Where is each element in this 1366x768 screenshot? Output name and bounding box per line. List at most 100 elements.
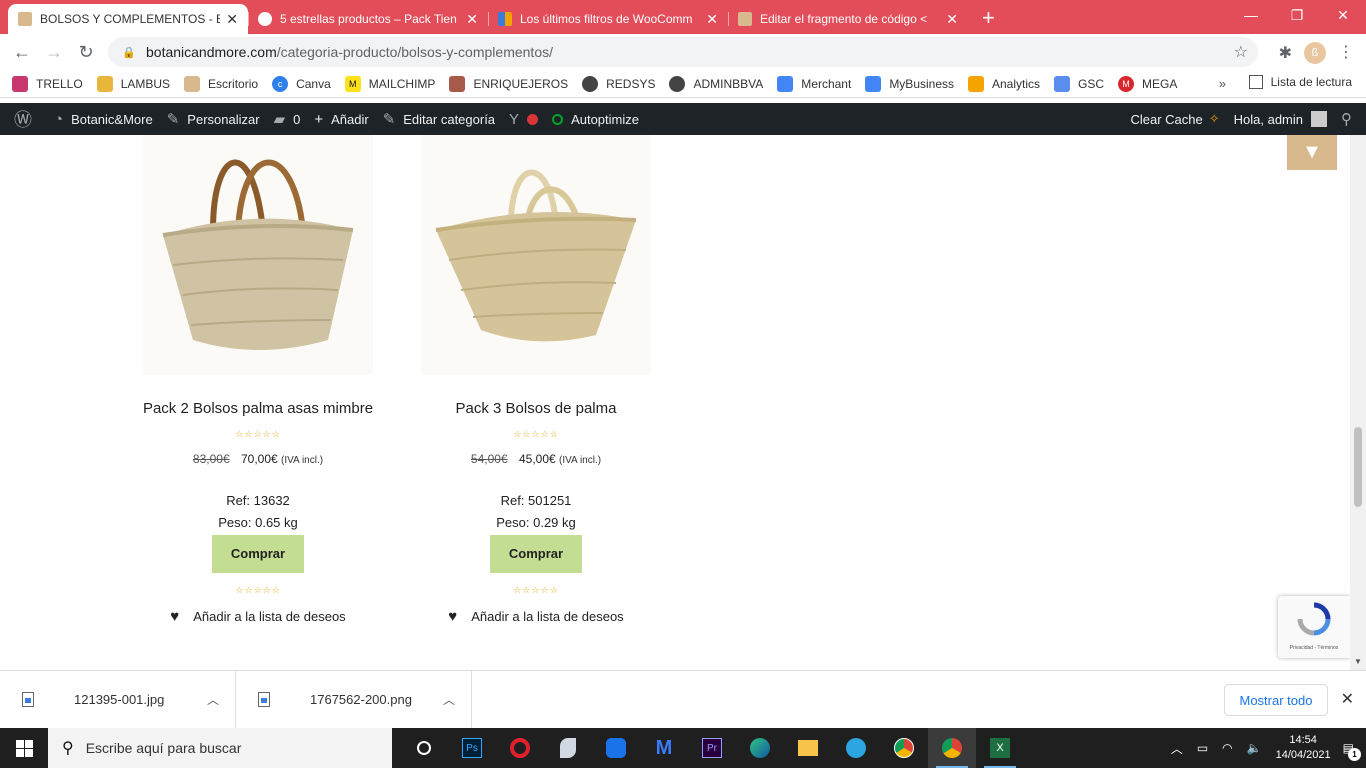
app-shortcut[interactable] [544, 728, 592, 768]
product-name[interactable]: Pack 3 Bolsos de palma [411, 400, 661, 417]
chevron-up-icon[interactable]: ︿ [207, 691, 219, 708]
wp-search[interactable]: ⚲ [1341, 110, 1352, 128]
back-icon[interactable]: ← [6, 42, 38, 63]
edge-app[interactable] [736, 728, 784, 768]
lambus-icon [96, 75, 113, 92]
bookmark-escritorio[interactable]: Escritorio [184, 75, 258, 92]
restore-icon[interactable]: ❐ [1274, 0, 1320, 30]
screen: BOLSOS Y COMPLEMENTOS - Bo ✕ 5 estrellas… [0, 0, 1366, 768]
forward-icon[interactable]: → [38, 42, 70, 63]
notifications-icon[interactable]: ▤ 1 [1343, 741, 1361, 761]
minimize-icon[interactable]: — [1228, 0, 1274, 30]
bookmark-mailchimp[interactable]: M MAILCHIMP [344, 75, 435, 92]
profile-avatar-icon[interactable]: ß [1304, 42, 1326, 64]
tab-bolsos[interactable]: BOLSOS Y COMPLEMENTOS - Bo ✕ [8, 4, 248, 34]
filter-toggle-button[interactable]: ▼ [1287, 135, 1337, 170]
bookmark-redsys[interactable]: REDSYS [582, 75, 655, 92]
close-shelf-icon[interactable]: ✕ [1341, 689, 1354, 709]
globe-icon [669, 75, 686, 92]
bookmark-mybusiness[interactable]: MyBusiness [865, 75, 954, 92]
close-icon[interactable]: ✕ [946, 11, 958, 28]
scroll-down-icon[interactable]: ▼ [1354, 657, 1362, 666]
show-all-button[interactable]: Mostrar todo [1224, 684, 1328, 716]
recaptcha-badge[interactable]: Privacidad - Términos [1278, 596, 1350, 658]
more-bookmarks-icon[interactable]: » [1219, 76, 1226, 91]
opera-app[interactable] [496, 728, 544, 768]
bookmark-star-icon[interactable]: ☆ [1234, 42, 1248, 62]
explorer-app[interactable] [784, 728, 832, 768]
add-to-wishlist[interactable]: ♥ Añadir a la lista de deseos [133, 608, 383, 625]
wp-account[interactable]: Hola, admin [1234, 111, 1327, 127]
premiere-app[interactable]: Pr [688, 728, 736, 768]
wp-new-content[interactable]: + Añadir [314, 111, 368, 128]
mega-icon: M [1118, 75, 1135, 92]
wp-clear-cache[interactable]: Clear Cache ✧ [1130, 111, 1219, 127]
bookmark-merchant[interactable]: Merchant [777, 75, 851, 92]
address-bar[interactable]: 🔒 botanicandmore.com/categoria-producto/… [108, 37, 1258, 67]
wp-customize[interactable]: ✎ Personalizar [167, 110, 260, 128]
tab-estrellas[interactable]: 5 estrellas productos – Pack Tien ✕ [248, 4, 488, 34]
task-view-button[interactable] [400, 728, 448, 768]
close-icon[interactable]: ✕ [466, 11, 478, 28]
wp-logo[interactable]: Ⓦ [14, 106, 40, 132]
volume-icon[interactable]: 🔈 [1247, 741, 1262, 755]
bookmark-mega[interactable]: M MEGA [1118, 75, 1177, 92]
excel-app[interactable]: X [976, 728, 1024, 768]
photoshop-app[interactable]: Ps [448, 728, 496, 768]
app-shortcut[interactable] [592, 728, 640, 768]
extensions-puzzle-icon[interactable]: ✱ [1279, 43, 1292, 63]
download-item[interactable]: 121395-001.jpg ︿ [0, 670, 236, 729]
reload-icon[interactable]: ↻ [70, 42, 102, 63]
wishlist-label: Añadir a la lista de deseos [471, 609, 624, 624]
close-icon[interactable]: ✕ [706, 11, 718, 28]
recaptcha-links[interactable]: Privacidad - Términos [1278, 645, 1350, 651]
taskbar-search[interactable]: ⚲ Escribe aquí para buscar [48, 728, 392, 768]
chrome-app[interactable] [880, 728, 928, 768]
tab-fragmento[interactable]: Editar el fragmento de código < ✕ [728, 4, 968, 34]
chrome-active-app[interactable] [928, 728, 976, 768]
telegram-app[interactable] [832, 728, 880, 768]
bookmark-label: ADMINBBVA [693, 76, 764, 91]
buy-button[interactable]: Comprar [212, 535, 304, 573]
download-item[interactable]: 1767562-200.png ︿ [236, 670, 472, 729]
close-window-icon[interactable]: ✕ [1320, 0, 1366, 30]
start-button[interactable] [0, 728, 48, 768]
tab-filtros[interactable]: Los últimos filtros de WooComm ✕ [488, 4, 728, 34]
product-name[interactable]: Pack 2 Bolsos palma asas mimbre [133, 400, 383, 417]
malwarebytes-app[interactable]: M [640, 728, 688, 768]
wp-comments[interactable]: ▰ 0 [274, 110, 301, 128]
bookmark-label: Analytics [992, 76, 1041, 91]
product-image[interactable] [143, 135, 373, 375]
wp-site-name[interactable]: ◔ Botanic&More [54, 111, 153, 128]
chrome-menu-icon[interactable]: ⋮ [1338, 42, 1354, 62]
bookmark-enriquejeros[interactable]: ENRIQUEJEROS [449, 75, 568, 92]
bookmark-trello[interactable]: TRELLO [12, 75, 83, 92]
site-label: Botanic&More [71, 111, 153, 127]
bookmark-adminbbva[interactable]: ADMINBBVA [669, 75, 764, 92]
reading-list[interactable]: Lista de lectura [1248, 75, 1352, 89]
chevron-up-icon[interactable]: ︿ [443, 691, 455, 708]
wp-autoptimize[interactable]: Autoptimize [552, 112, 639, 127]
buy-button[interactable]: Comprar [490, 535, 582, 573]
opera-icon [510, 738, 530, 758]
close-icon[interactable]: ✕ [226, 11, 238, 28]
windows-logo-icon [15, 739, 33, 757]
product-image[interactable] [421, 135, 651, 375]
analytics-icon [968, 75, 984, 92]
tab-title: Los últimos filtros de WooComm [520, 12, 693, 26]
add-to-wishlist[interactable]: ♥ Añadir a la lista de deseos [411, 608, 661, 625]
bookmark-lambus[interactable]: LAMBUS [96, 75, 170, 92]
battery-icon[interactable]: ▭ [1197, 741, 1208, 755]
chevron-up-icon[interactable]: ︿ [1171, 740, 1183, 757]
wp-yoast[interactable]: Y [509, 111, 539, 128]
chrome-icon [894, 738, 914, 758]
page-scrollbar[interactable]: ▼ [1350, 135, 1366, 670]
wifi-icon[interactable]: ◠ [1222, 741, 1232, 755]
new-tab-icon[interactable]: + [982, 4, 995, 34]
scrollbar-thumb[interactable] [1354, 427, 1362, 507]
bookmark-canva[interactable]: c Canva [272, 75, 331, 92]
wp-edit-category[interactable]: ✎ Editar categoría [383, 110, 495, 128]
clock[interactable]: 14:54 14/04/2021 [1276, 733, 1331, 763]
bookmark-analytics[interactable]: Analytics [968, 75, 1041, 92]
bookmark-gsc[interactable]: GSC [1054, 75, 1104, 92]
